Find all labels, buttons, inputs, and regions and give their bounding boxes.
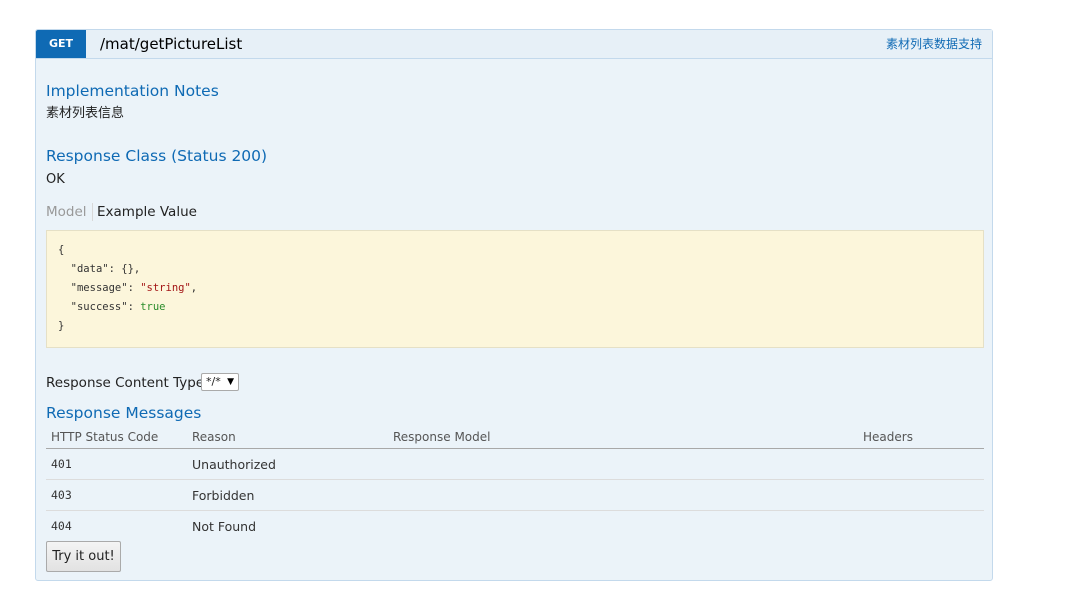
- tab-example-value[interactable]: Example Value: [97, 203, 197, 221]
- example-value-snippet[interactable]: { "data": {}, "message": "string", "succ…: [46, 230, 984, 348]
- content-type-label: Response Content Type: [46, 375, 205, 391]
- table-header-row: HTTP Status Code Reason Response Model H…: [46, 426, 984, 449]
- try-it-out-button[interactable]: Try it out!: [46, 541, 121, 572]
- json-line: "data": {},: [70, 263, 141, 275]
- headers: [858, 448, 984, 480]
- status-code: 403: [46, 479, 187, 511]
- column-header-reason: Reason: [187, 426, 388, 449]
- content-type-selected: */*: [206, 375, 221, 388]
- json-line: {: [58, 244, 65, 256]
- reason: Unauthorized: [187, 448, 388, 480]
- json-line: "success": true: [70, 301, 166, 313]
- response-model: [388, 448, 858, 480]
- json-line: }: [58, 320, 65, 332]
- column-header-model: Response Model: [388, 426, 858, 449]
- json-line: "message": "string",: [70, 282, 198, 294]
- chevron-down-icon: ▼: [227, 377, 234, 387]
- endpoint-path[interactable]: /mat/getPictureList: [100, 34, 242, 54]
- headers: [858, 479, 984, 511]
- tab-model[interactable]: Model: [46, 203, 93, 221]
- reason: Forbidden: [187, 479, 388, 511]
- operation-heading[interactable]: GET /mat/getPictureList 素材列表数据支持: [36, 30, 992, 59]
- response-class-text: OK: [46, 172, 65, 187]
- response-messages-table: HTTP Status Code Reason Response Model H…: [46, 426, 984, 541]
- response-model: [388, 479, 858, 511]
- column-header-headers: Headers: [858, 426, 984, 449]
- status-code: 401: [46, 448, 187, 480]
- response-model: [388, 511, 858, 542]
- table-row: 404 Not Found: [46, 511, 984, 542]
- operation-summary-link[interactable]: 素材列表数据支持: [886, 36, 982, 52]
- status-code: 404: [51, 519, 72, 533]
- table-row: 401 Unauthorized: [46, 448, 984, 480]
- http-method-badge[interactable]: GET: [36, 30, 86, 58]
- content-type-select[interactable]: */* ▼: [201, 373, 239, 391]
- operation-panel: GET /mat/getPictureList 素材列表数据支持 Impleme…: [35, 29, 993, 581]
- implementation-notes-heading: Implementation Notes: [46, 82, 219, 100]
- table-row: 403 Forbidden: [46, 479, 984, 511]
- column-header-status: HTTP Status Code: [46, 426, 187, 449]
- reason: Not Found: [192, 518, 257, 534]
- implementation-notes-text: 素材列表信息: [46, 106, 125, 121]
- headers: [858, 511, 984, 542]
- response-class-heading: Response Class (Status 200): [46, 147, 268, 165]
- response-messages-heading: Response Messages: [46, 404, 202, 422]
